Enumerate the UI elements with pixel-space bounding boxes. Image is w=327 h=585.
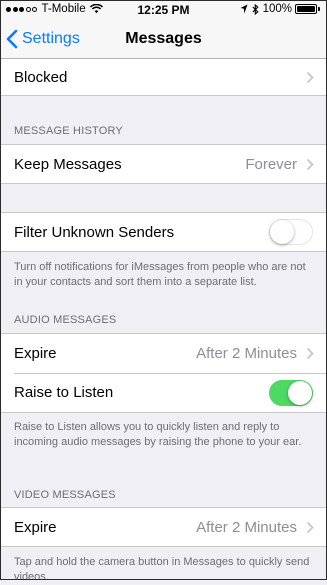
chevron-right-icon [306,71,314,83]
keep-messages-value: Forever [245,155,297,173]
audio-expire-value: After 2 Minutes [196,345,297,362]
filter-unknown-senders-label: Filter Unknown Senders [14,223,175,241]
filter-footer: Turn off notifications for iMessages fro… [14,261,306,288]
bluetooth-icon [251,3,259,15]
keep-messages-label: Keep Messages [14,155,122,173]
raise-to-listen-toggle[interactable] [269,379,313,406]
chevron-left-icon [6,29,18,49]
audio-expire-row[interactable]: Expire After 2 Minutes [0,333,327,373]
raise-to-listen-label: Raise to Listen [14,384,114,401]
battery-fill [297,6,315,12]
filter-unknown-senders-toggle[interactable] [269,219,313,245]
status-bar: T-Mobile 12:25 PM 100% [0,0,327,20]
battery-icon [295,4,317,14]
status-right: 100% [240,3,320,15]
audio-messages-header: AUDIO MESSAGES [14,314,117,326]
chevron-right-icon [306,158,314,170]
chevron-right-icon [306,521,314,533]
blocked-label: Blocked [14,68,68,86]
battery-cap [318,7,320,11]
message-history-header: MESSAGE HISTORY [14,125,123,137]
back-button-label: Settings [22,30,80,47]
keep-messages-row[interactable]: Keep Messages Forever [0,144,327,184]
video-expire-label: Expire [14,518,57,536]
video-expire-value: After 2 Minutes [196,518,297,536]
back-button[interactable]: Settings [6,26,80,52]
row-separator [14,373,327,374]
raise-to-listen-row: Raise to Listen [0,373,327,413]
audio-expire-label: Expire [14,345,57,362]
chevron-right-icon [306,347,314,360]
battery-percent: 100% [262,3,292,15]
nav-bar: Settings Messages [0,20,327,59]
toggle-knob [270,220,294,244]
location-arrow-icon [240,4,248,14]
video-footer: Tap and hold the camera button in Messag… [14,556,310,583]
toggle-knob [288,380,312,405]
filter-unknown-senders-row: Filter Unknown Senders [0,212,327,252]
blocked-row[interactable]: Blocked [0,59,327,96]
video-expire-row[interactable]: Expire After 2 Minutes [0,507,327,547]
video-messages-header: VIDEO MESSAGES [14,489,116,501]
audio-footer: Raise to Listen allows you to quickly li… [14,421,302,448]
